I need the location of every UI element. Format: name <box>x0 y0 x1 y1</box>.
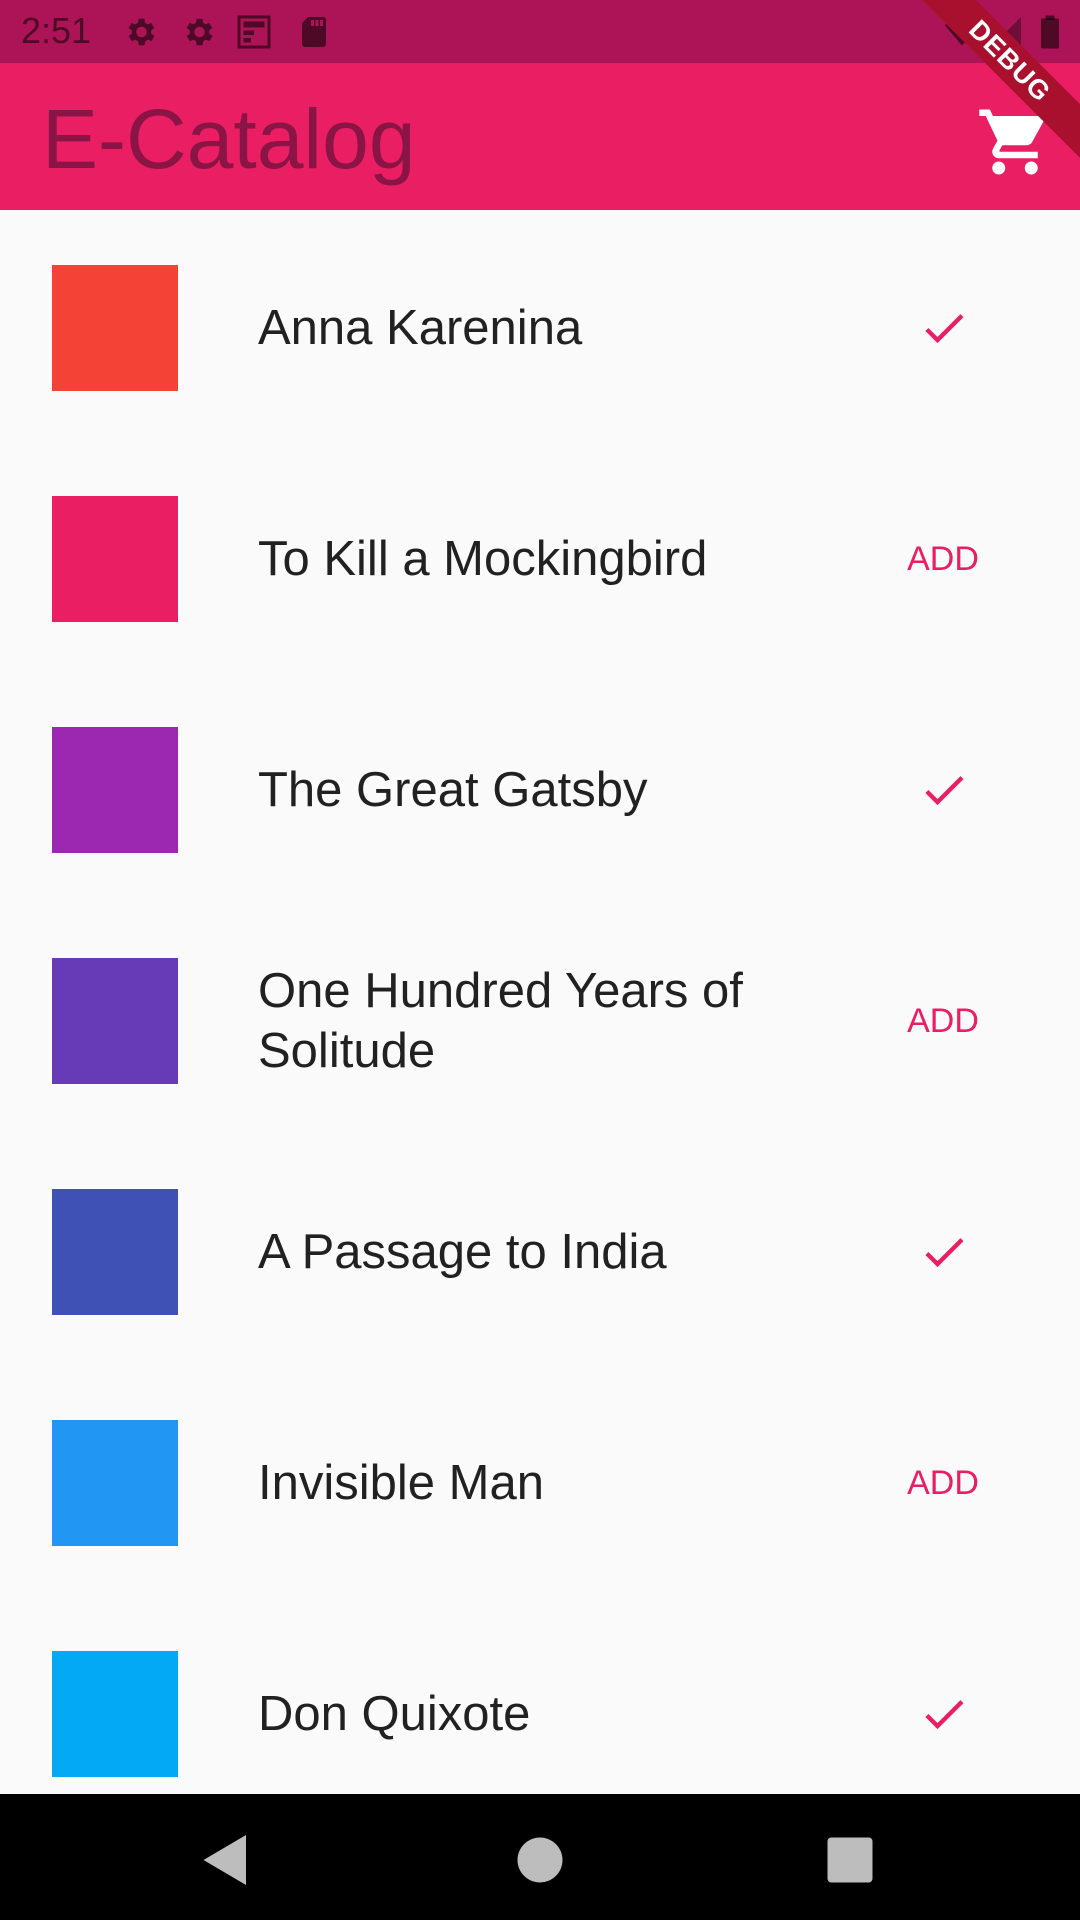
add-button[interactable]: ADD <box>880 1435 1006 1531</box>
status-bar: 2:51 <box>0 0 1080 63</box>
status-time: 2:51 <box>21 10 92 51</box>
in-cart-check-button[interactable] <box>880 1204 1006 1300</box>
app-screen: 2:51 E-Catalog DEBUG Anna Karenina To Ki… <box>0 0 1080 1920</box>
check-icon <box>925 775 964 805</box>
book-title: One Hundred Years of Solitude <box>258 963 743 1078</box>
in-cart-check-button[interactable] <box>880 280 1006 376</box>
list-item[interactable]: Anna Karenina <box>0 210 1080 441</box>
add-button[interactable]: ADD <box>880 973 1006 1069</box>
recents-icon[interactable] <box>820 1830 880 1890</box>
gear-icon <box>128 18 155 46</box>
in-cart-check-button[interactable] <box>880 742 1006 838</box>
book-color-swatch <box>52 1419 178 1546</box>
book-title: The Great Gatsby <box>258 762 648 817</box>
add-button-label: ADD <box>907 1001 979 1040</box>
app-bar: E-Catalog <box>0 63 1080 210</box>
book-title: To Kill a Mockingbird <box>258 531 708 586</box>
list-item[interactable]: One Hundred Years of Solitude ADD <box>0 903 1080 1134</box>
book-color-swatch <box>52 264 178 391</box>
list-item[interactable]: A Passage to India <box>0 1134 1080 1365</box>
check-icon <box>925 1699 964 1729</box>
app-title: E-Catalog <box>42 92 416 186</box>
add-button-label: ADD <box>907 1463 979 1502</box>
check-icon <box>925 1237 964 1267</box>
book-title: Don Quixote <box>258 1686 531 1741</box>
add-button-label: ADD <box>907 539 979 578</box>
in-cart-check-button[interactable] <box>880 1666 1006 1762</box>
book-color-swatch <box>52 495 178 622</box>
list-item[interactable]: The Great Gatsby <box>0 672 1080 903</box>
book-title: Anna Karenina <box>258 300 583 355</box>
book-color-swatch <box>52 726 178 853</box>
catalog-list[interactable]: Anna Karenina To Kill a Mockingbird ADD The… <box>0 210 1080 1794</box>
sd-card-icon <box>302 17 326 47</box>
check-icon <box>925 313 964 343</box>
book-color-swatch <box>52 1188 178 1315</box>
list-item[interactable]: Invisible Man ADD <box>0 1365 1080 1596</box>
book-color-swatch <box>52 957 178 1084</box>
book-color-swatch <box>52 1650 178 1777</box>
book-title: Invisible Man <box>258 1455 544 1510</box>
home-icon[interactable] <box>510 1830 570 1890</box>
navigation-bar <box>0 1794 1080 1920</box>
add-button[interactable]: ADD <box>880 511 1006 607</box>
gear-icon <box>186 18 213 46</box>
list-item[interactable]: To Kill a Mockingbird ADD <box>0 441 1080 672</box>
battery-icon <box>1041 15 1059 49</box>
book-title: A Passage to India <box>258 1224 667 1279</box>
screenshot-icon <box>237 15 271 49</box>
back-icon[interactable] <box>196 1830 256 1890</box>
list-item[interactable]: Don Quixote <box>0 1596 1080 1794</box>
